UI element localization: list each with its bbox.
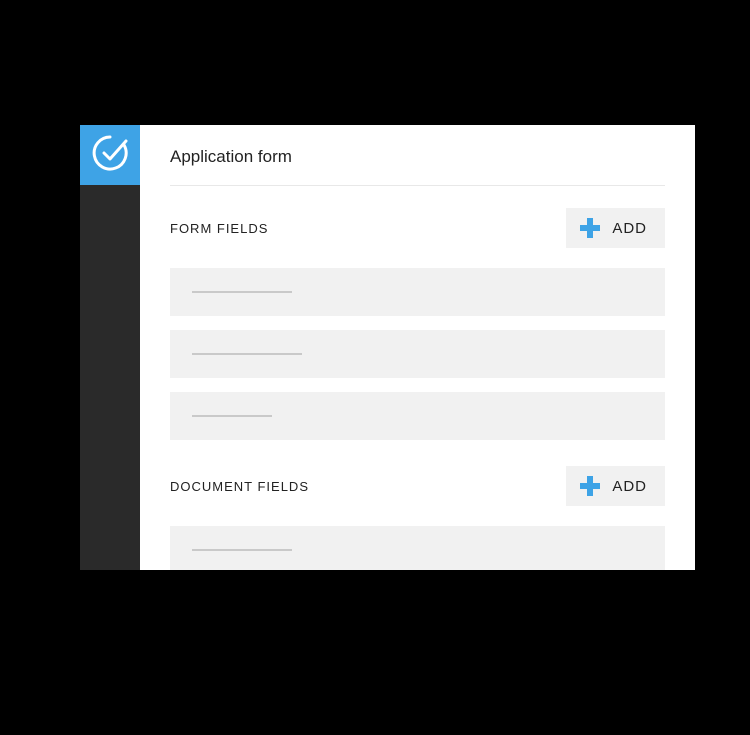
add-button-label: ADD <box>612 478 647 495</box>
plus-icon <box>580 218 600 238</box>
add-document-field-button[interactable]: ADD <box>566 466 665 506</box>
form-field-row[interactable] <box>170 330 665 378</box>
logo[interactable] <box>80 125 140 185</box>
sidebar <box>80 125 140 570</box>
plus-icon <box>580 476 600 496</box>
document-fields-title: DOCUMENT FIELDS <box>170 479 309 494</box>
field-placeholder <box>192 353 302 355</box>
check-circle-icon <box>90 133 130 178</box>
main-content: Application form FORM FIELDS ADD DOCUMEN… <box>140 125 695 570</box>
form-fields-header: FORM FIELDS ADD <box>170 208 665 248</box>
document-fields-header: DOCUMENT FIELDS ADD <box>170 466 665 506</box>
add-button-label: ADD <box>612 220 647 237</box>
document-field-row[interactable] <box>170 526 665 570</box>
field-placeholder <box>192 415 272 417</box>
field-placeholder <box>192 549 292 551</box>
form-field-row[interactable] <box>170 268 665 316</box>
field-placeholder <box>192 291 292 293</box>
add-form-field-button[interactable]: ADD <box>566 208 665 248</box>
app-window: Application form FORM FIELDS ADD DOCUMEN… <box>80 125 695 570</box>
form-fields-title: FORM FIELDS <box>170 221 268 236</box>
form-field-row[interactable] <box>170 392 665 440</box>
page-title: Application form <box>170 147 665 186</box>
